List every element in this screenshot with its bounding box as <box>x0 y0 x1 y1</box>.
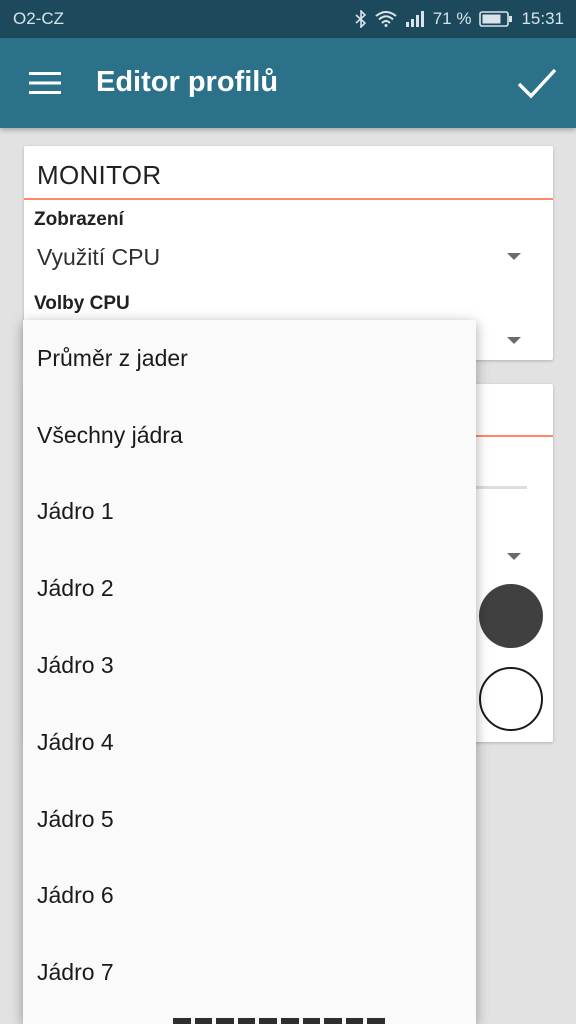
dropdown-item-average[interactable]: Průměr z jader <box>23 320 476 397</box>
signal-icon <box>405 11 424 27</box>
display-spinner[interactable]: Využití CPU <box>37 244 160 271</box>
cpu-options-spinner-arrow-icon[interactable] <box>507 337 521 344</box>
cpu-options-dropdown: Průměr z jader Všechny jádra Jádro 1 Jád… <box>23 320 476 1024</box>
page-title: Editor profilů <box>96 66 279 98</box>
display-spinner-arrow-icon[interactable] <box>507 253 521 260</box>
battery-icon <box>479 11 513 27</box>
display-label: Zobrazení <box>34 209 124 230</box>
battery-percent: 71 % <box>432 9 472 28</box>
monitor-card-header: MONITOR <box>24 146 553 200</box>
dropdown-item-core-7[interactable]: Jádro 7 <box>23 934 476 1011</box>
cpu-options-label: Volby CPU <box>34 293 130 314</box>
color-picker-light[interactable] <box>479 667 543 731</box>
check-icon[interactable] <box>516 62 558 104</box>
app-bar: Editor profilů <box>0 38 576 128</box>
dropdown-item-core-3[interactable]: Jádro 3 <box>23 627 476 704</box>
dropdown-item-all-cores[interactable]: Všechny jádra <box>23 397 476 474</box>
spinner-arrow-icon[interactable] <box>507 553 521 560</box>
dropdown-item-core-4[interactable]: Jádro 4 <box>23 704 476 781</box>
bluetooth-icon <box>355 10 366 28</box>
carrier-label: O2-CZ <box>13 9 64 28</box>
dropdown-item-core-5[interactable]: Jádro 5 <box>23 781 476 858</box>
dropdown-item-core-1[interactable]: Jádro 1 <box>23 474 476 551</box>
clock: 15:31 <box>521 9 564 28</box>
wifi-icon <box>375 11 397 27</box>
color-picker-dark[interactable] <box>479 584 543 648</box>
scroll-indicator <box>173 1018 385 1024</box>
status-icons: 71 % 15:31 <box>355 9 564 29</box>
dropdown-item-core-6[interactable]: Jádro 6 <box>23 858 476 935</box>
status-bar: O2-CZ 71 % 15:31 <box>0 0 576 38</box>
dropdown-item-core-2[interactable]: Jádro 2 <box>23 550 476 627</box>
hamburger-menu-icon[interactable] <box>29 71 61 95</box>
